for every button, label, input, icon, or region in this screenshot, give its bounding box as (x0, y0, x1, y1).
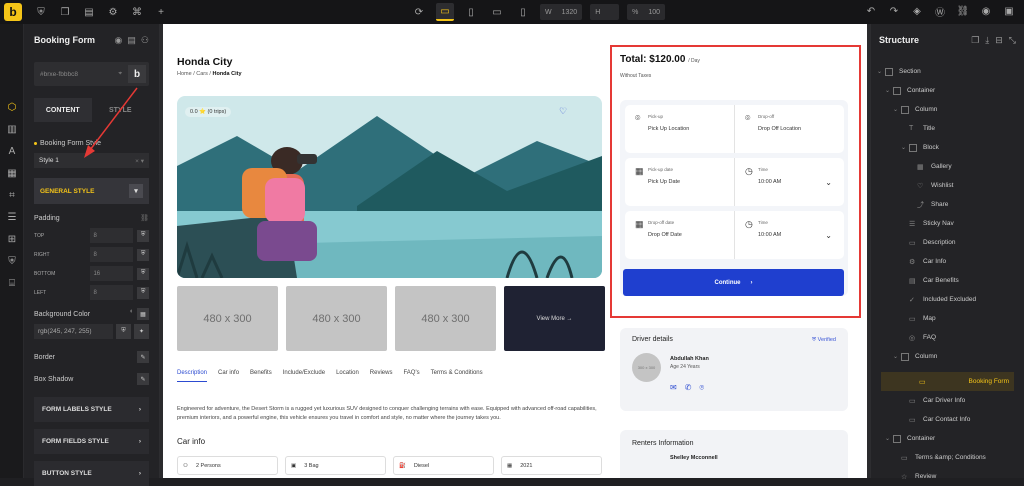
annotation-arrow (84, 87, 138, 158)
